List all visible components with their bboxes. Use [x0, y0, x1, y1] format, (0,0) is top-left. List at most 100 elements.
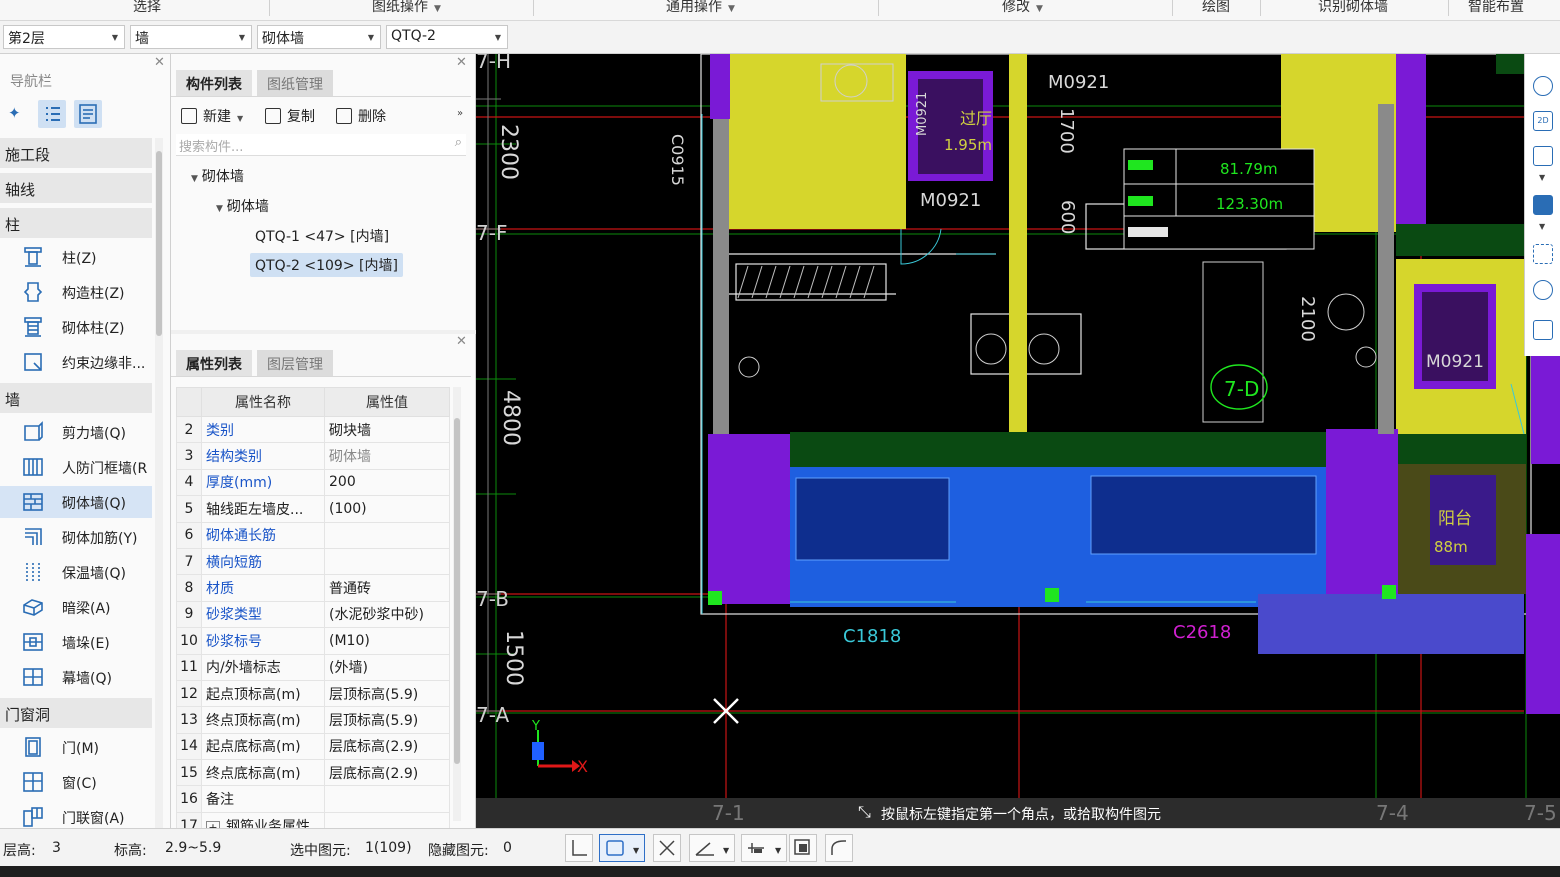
- cad-drawing[interactable]: 7-H 7-F 7-B 7-A 2300 4800 1500 1700 600 …: [476, 54, 1560, 798]
- caret-down-icon[interactable]: ▼: [1539, 222, 1545, 231]
- property-value[interactable]: 砌块墙: [324, 415, 450, 444]
- solid-box-icon[interactable]: [1533, 195, 1553, 215]
- ribbon-group-select[interactable]: 选择: [133, 0, 161, 16]
- nav-item-hidden-beam[interactable]: 暗梁(A): [0, 591, 152, 623]
- pin-icon[interactable]: ✦: [8, 104, 26, 124]
- property-value[interactable]: (100): [324, 495, 450, 523]
- property-row[interactable]: 8 材质 普通砖: [176, 574, 450, 602]
- property-row[interactable]: 14 起点底标高(m) 层底标高(2.9): [176, 732, 450, 761]
- property-row[interactable]: 12 起点顶标高(m) 层顶标高(5.9): [176, 679, 450, 708]
- property-value[interactable]: [324, 547, 450, 576]
- nav-item-door-window[interactable]: 门联窗(A): [0, 801, 152, 828]
- property-row[interactable]: 5 轴线距左墙皮... (100): [176, 495, 450, 523]
- ribbon-group-smart-layout[interactable]: 智能布置: [1468, 0, 1524, 16]
- 3d-box-icon[interactable]: [1533, 146, 1553, 166]
- property-row[interactable]: 3 结构类别 砌体墙: [176, 442, 450, 470]
- property-row[interactable]: 7 横向短筋: [176, 547, 450, 576]
- rect-select-button[interactable]: ▼: [599, 834, 645, 862]
- property-value[interactable]: 普通砖: [324, 574, 450, 602]
- property-value[interactable]: (水泥砂浆中砂): [324, 600, 450, 629]
- property-value[interactable]: 200: [324, 468, 450, 497]
- nav-item-civil-defense-wall[interactable]: 人防门框墙(R: [0, 451, 152, 483]
- property-row[interactable]: 9 砂浆类型 (水泥砂浆中砂): [176, 600, 450, 629]
- list-view-button[interactable]: [38, 100, 66, 128]
- 2d-view-icon[interactable]: 2D: [1533, 111, 1553, 131]
- property-value[interactable]: 层顶标高(5.9): [324, 679, 450, 708]
- nav-item-constructional-column[interactable]: 构造柱(Z): [0, 276, 152, 308]
- nav-category-construction-stage[interactable]: 施工段: [0, 138, 152, 168]
- delete-component-button[interactable]: 删除: [336, 106, 386, 128]
- curve-snap-button[interactable]: [825, 834, 853, 862]
- tab-component-list[interactable]: 构件列表: [176, 70, 252, 96]
- property-row[interactable]: 15 终点底标高(m) 层底标高(2.9): [176, 759, 450, 787]
- ribbon-group-identify-masonry[interactable]: 识别砌体墙: [1318, 0, 1388, 16]
- close-icon[interactable]: ✕: [456, 334, 467, 349]
- layer-snap-button[interactable]: [789, 834, 817, 862]
- nav-category-axis[interactable]: 轴线: [0, 173, 152, 203]
- floor-select[interactable]: 第2层 ▼: [3, 25, 125, 49]
- tree-item-qtq-1[interactable]: QTQ-1 <47> [内墙]: [255, 226, 389, 246]
- nav-item-insulation-wall[interactable]: 保温墙(Q): [0, 556, 152, 588]
- caret-down-icon[interactable]: ▼: [1539, 173, 1545, 182]
- property-value[interactable]: 层底标高(2.9): [324, 759, 450, 787]
- new-component-button[interactable]: 新建 ▼: [181, 106, 243, 128]
- element-type-select[interactable]: 墙 ▼: [130, 25, 252, 49]
- layer-3d-icon[interactable]: [1533, 280, 1553, 300]
- nav-item-curtain-wall[interactable]: 幕墙(Q): [0, 661, 152, 693]
- property-scrollbar-thumb[interactable]: [454, 418, 460, 764]
- component-search-input[interactable]: 搜索构件... ⌕: [176, 134, 466, 156]
- property-value[interactable]: (外墙): [324, 653, 450, 681]
- angle-snap-button[interactable]: ▼: [689, 834, 735, 862]
- offset-snap-button[interactable]: ▼: [741, 834, 787, 862]
- ribbon-group-draw[interactable]: 绘图: [1202, 0, 1230, 16]
- nav-item-masonry-column[interactable]: 砌体柱(Z): [0, 311, 152, 343]
- tab-drawing-manager[interactable]: 图纸管理: [257, 70, 333, 96]
- fullscreen-icon[interactable]: [1533, 244, 1553, 264]
- property-value[interactable]: 层底标高(2.9): [324, 732, 450, 761]
- close-icon[interactable]: ✕: [154, 55, 165, 70]
- nav-category-openings[interactable]: 门窗洞: [0, 698, 152, 728]
- cross-snap-button[interactable]: [653, 834, 681, 862]
- tree-node-child[interactable]: ▼ 砌体墙: [216, 196, 269, 216]
- property-row[interactable]: 11 内/外墙标志 (外墙): [176, 653, 450, 681]
- property-row[interactable]: 16 备注: [176, 785, 450, 813]
- nav-item-edge-member[interactable]: 约束边缘非...: [0, 346, 152, 378]
- copy-component-button[interactable]: 复制: [265, 106, 315, 128]
- ribbon-group-drawing-ops[interactable]: 图纸操作 ▼: [372, 0, 441, 16]
- nav-item-masonry-wall[interactable]: 砌体墙(Q): [0, 486, 152, 518]
- tree-item-qtq-2[interactable]: QTQ-2 <109> [内墙]: [250, 253, 403, 277]
- nav-item-masonry-rebar[interactable]: 砌体加筋(Y): [0, 521, 152, 553]
- nav-scrollbar-thumb[interactable]: [156, 151, 162, 336]
- nav-item-column[interactable]: 柱(Z): [0, 241, 152, 273]
- rotate-view-icon[interactable]: [1533, 76, 1553, 96]
- property-value[interactable]: [324, 785, 450, 813]
- orthogonal-snap-button[interactable]: [565, 834, 593, 862]
- nav-category-wall[interactable]: 墙: [0, 383, 152, 413]
- tab-layer-manager[interactable]: 图层管理: [257, 350, 333, 376]
- component-select[interactable]: QTQ-2 ▼: [386, 25, 508, 49]
- property-row[interactable]: 6 砌体通长筋: [176, 521, 450, 549]
- property-row[interactable]: 13 终点顶标高(m) 层顶标高(5.9): [176, 706, 450, 734]
- nav-item-door[interactable]: 门(M): [0, 731, 152, 763]
- drawing-canvas[interactable]: 7-H 7-F 7-B 7-A 2300 4800 1500 1700 600 …: [476, 54, 1560, 828]
- property-value[interactable]: (M10): [324, 627, 450, 655]
- property-value[interactable]: 层顶标高(5.9): [324, 706, 450, 734]
- ribbon-group-modify[interactable]: 修改 ▼: [1002, 0, 1043, 16]
- property-row[interactable]: 2 类别 砌块墙: [176, 415, 450, 444]
- ribbon-group-common-ops[interactable]: 通用操作 ▼: [666, 0, 735, 16]
- detail-view-button[interactable]: [74, 100, 102, 128]
- tab-property-list[interactable]: 属性列表: [176, 350, 252, 376]
- nav-item-shear-wall[interactable]: 剪力墙(Q): [0, 416, 152, 448]
- property-row[interactable]: 4 厚度(mm) 200: [176, 468, 450, 497]
- property-value[interactable]: [324, 521, 450, 549]
- close-icon[interactable]: ✕: [456, 55, 467, 70]
- properties-icon[interactable]: [1533, 320, 1553, 340]
- nav-category-column[interactable]: 柱: [0, 208, 152, 238]
- tree-node-root[interactable]: ▼ 砌体墙: [191, 166, 244, 186]
- more-chevron-icon[interactable]: »: [457, 108, 463, 119]
- nav-item-wall-pier[interactable]: 墙垛(E): [0, 626, 152, 658]
- property-row[interactable]: 10 砂浆标号 (M10): [176, 627, 450, 655]
- nav-item-window[interactable]: 窗(C): [0, 766, 152, 798]
- element-subtype-select[interactable]: 砌体墙 ▼: [257, 25, 381, 49]
- property-value[interactable]: 砌体墙: [324, 442, 450, 470]
